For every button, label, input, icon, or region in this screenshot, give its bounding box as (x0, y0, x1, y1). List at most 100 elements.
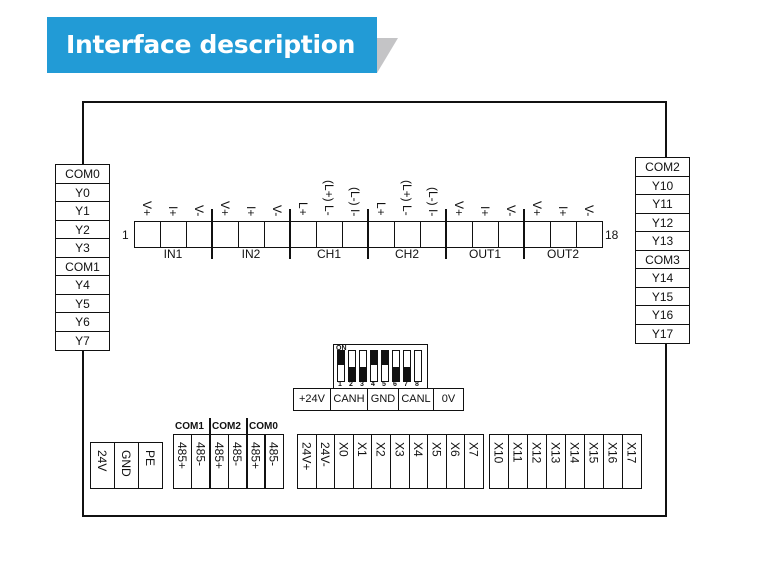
input-pin: X11 (510, 442, 525, 463)
dip-toggle (370, 350, 378, 382)
input-pin: X7 (466, 442, 481, 457)
terminal-cell (186, 221, 213, 248)
dip-toggle (359, 350, 367, 382)
terminal-pin: Y16 (636, 306, 689, 325)
pin-label: I+ (166, 205, 180, 216)
terminal-pin: COM2 (636, 158, 689, 177)
dip-number: 7 (404, 381, 408, 388)
terminal-pin: Y12 (636, 214, 689, 232)
input-pin: X3 (392, 442, 407, 457)
power-pin: GND (119, 450, 133, 477)
right-output-terminal: COM2 Y10 Y11 Y12 Y13 COM3 Y14 Y15 Y16 Y17 (635, 157, 690, 344)
dip-number: 3 (360, 381, 364, 388)
com-label: COM1 (175, 421, 204, 432)
terminal-pin: Y3 (56, 239, 109, 258)
terminal-pin: COM0 (56, 165, 109, 184)
terminal-pin: Y2 (56, 221, 109, 239)
left-output-terminal: COM0 Y0 Y1 Y2 Y3 COM1 Y4 Y5 Y6 Y7 (55, 164, 110, 351)
terminal-pin: Y10 (636, 177, 689, 195)
terminal-pin: Y7 (75, 333, 90, 348)
terminal-pin: Y5 (56, 295, 109, 313)
group-label: IN1 (163, 247, 183, 261)
dip-number: 1 (338, 381, 342, 388)
rs485-pin: 485- (193, 442, 208, 467)
input-pin: X5 (429, 442, 444, 457)
group-label: CH2 (394, 247, 419, 261)
terminal-pin: Y4 (56, 276, 109, 295)
input-pin: X1 (355, 442, 370, 457)
group-label: OUT2 (546, 247, 579, 261)
terminal-cell (394, 221, 421, 248)
pin-label: I+ (556, 205, 570, 216)
terminal-cell (264, 221, 291, 248)
input-pin: 24V- (317, 442, 332, 467)
pin-label: (L+) L- (400, 180, 414, 216)
dip-knob (349, 367, 355, 381)
banner-flap (377, 38, 398, 73)
dip-toggle (392, 350, 400, 382)
dip-number: 6 (393, 381, 397, 388)
terminal-cell (238, 221, 265, 248)
input-pin: X16 (605, 442, 620, 464)
input-pin: X12 (529, 442, 544, 464)
terminal-pin: Y15 (636, 288, 689, 306)
pin-label: V- (582, 204, 596, 216)
can-pin: +24V (293, 388, 331, 411)
terminal-cell (446, 221, 473, 248)
terminal-pin: COM3 (636, 251, 689, 269)
com-divider (209, 418, 211, 489)
section-title: Interface description (47, 17, 377, 73)
pin-label: (L-) I- (426, 186, 440, 216)
terminal-cell (290, 221, 317, 248)
terminal-cell (420, 221, 447, 248)
rs485-pin: 485- (266, 442, 281, 467)
pin-label: V- (192, 204, 206, 216)
terminal-cell (134, 221, 161, 248)
can-pin: 0V (433, 388, 464, 411)
can-pin: CANL (398, 388, 434, 411)
dip-knob (371, 351, 377, 365)
input-pin: X2 (373, 442, 388, 457)
group-label: CH1 (316, 247, 341, 261)
com-divider (246, 418, 248, 489)
dip-knob (338, 351, 344, 365)
terminal-pin: Y1 (56, 202, 109, 221)
com-label: COM2 (212, 421, 241, 432)
can-pin: GND (367, 388, 399, 411)
terminal-pin: Y0 (56, 184, 109, 202)
dip-number: 5 (382, 381, 386, 388)
input-pin: 24V+ (299, 442, 314, 471)
pin-label: V+ (530, 200, 544, 216)
end-pin-number: 18 (605, 228, 619, 242)
can-pin: CANH (330, 388, 368, 411)
dip-knob (360, 367, 366, 381)
terminal-cell (316, 221, 343, 248)
rs485-pin: 485+ (211, 442, 226, 470)
dip-toggle (337, 350, 345, 382)
terminal-cell (160, 221, 187, 248)
pin-label: V+ (452, 200, 466, 216)
dip-toggle (414, 350, 422, 382)
pin-label: I+ (244, 205, 258, 216)
terminal-cell (576, 221, 603, 248)
terminal-pin: Y14 (636, 269, 689, 288)
terminal-cell (472, 221, 499, 248)
terminal-cell (550, 221, 577, 248)
rs485-pin: 485+ (248, 442, 263, 470)
pin-label: L+ (296, 202, 310, 216)
group-label: IN2 (241, 247, 261, 261)
terminal-cell (524, 221, 551, 248)
terminal-pin: Y13 (636, 232, 689, 251)
pin-label: V+ (140, 200, 154, 216)
terminal-pin: Y11 (636, 195, 689, 214)
terminal-pin: Y6 (56, 313, 109, 332)
pin-label: (L+) L- (322, 180, 336, 216)
com-label: COM0 (249, 421, 278, 432)
pin-label: (L-) I- (348, 186, 362, 216)
terminal-cell (212, 221, 239, 248)
dip-toggle (381, 350, 389, 382)
input-pin: X4 (410, 442, 425, 457)
pin-label: V- (504, 204, 518, 216)
dip-knob (382, 351, 388, 365)
input-pin: X0 (336, 442, 351, 457)
